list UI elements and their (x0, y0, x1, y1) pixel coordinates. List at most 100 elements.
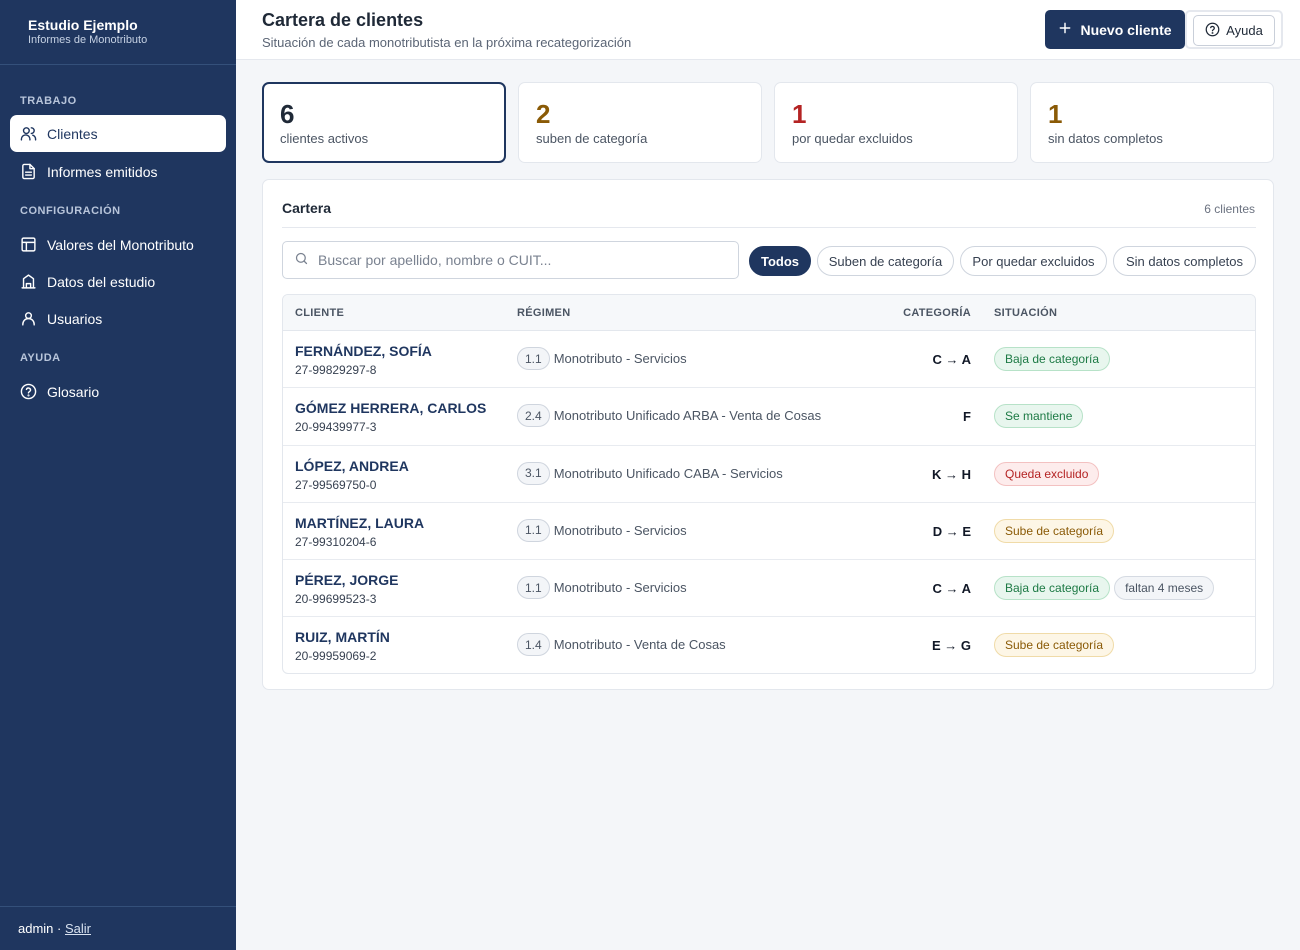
search-icon (294, 251, 318, 269)
regimen-code-badge: 1.1 (517, 518, 550, 542)
stat-card-suben[interactable]: 2 suben de categoría (518, 82, 762, 163)
client-name[interactable]: GÓMEZ HERRERA, CARLOS (295, 400, 486, 416)
clients-table: CLIENTE RÉGIMEN CATEGORÍA SITUACIÓN FERN… (282, 294, 1256, 674)
regimen-code-badge: 2.4 (517, 404, 550, 428)
table-row[interactable]: MARTÍNEZ, LAURA 27-99310204-6 1.1 Monotribu… (283, 503, 1255, 561)
status-badge: Sube de categoría (994, 633, 1115, 658)
client-cuit: 20-99699523-3 (295, 592, 377, 607)
panel-title: Cartera (282, 200, 332, 216)
client-name[interactable]: LÓPEZ, ANDREA (295, 458, 409, 474)
filter-todos[interactable]: Todos (749, 246, 811, 276)
stat-value: 6 (280, 99, 295, 129)
search-input[interactable]: Buscar por apellido, nombre o CUIT... (282, 241, 739, 279)
sidebar-item-clientes[interactable]: Clientes (10, 115, 226, 152)
nav-section-configuracion: CONFIGURACIÓN (20, 205, 121, 217)
plus-icon (1058, 21, 1072, 38)
sidebar-item-datos-estudio[interactable]: Datos del estudio (10, 263, 226, 300)
page-title: Cartera de clientes (262, 10, 424, 30)
situation-cell: Sube de categoría (994, 633, 1115, 658)
regimen-name: Monotributo Unificado ARBA - Venta de Co… (553, 408, 822, 424)
sidebar-item-valores[interactable]: Valores del Monotributo (10, 226, 226, 263)
table-row[interactable]: GÓMEZ HERRERA, CARLOS 20-99439977-3 2.4 Mon… (283, 388, 1255, 446)
filter-excluidos[interactable]: Por quedar excluidos (960, 246, 1107, 276)
sidebar-item-label: Informes emitidos (47, 163, 158, 180)
regimen-name: Monotributo - Servicios (553, 580, 687, 596)
filter-suben[interactable]: Suben de categoría (817, 246, 954, 276)
brand-title: Estudio Ejemplo (28, 17, 138, 33)
client-count: 6 clientes (1204, 202, 1255, 216)
client-cuit: 20-99439977-3 (295, 420, 377, 435)
column-header-situacion[interactable]: SITUACIÓN (994, 307, 1057, 319)
stat-value: 1 (1048, 99, 1063, 129)
status-badge: Baja de categoría (994, 576, 1111, 601)
help-circle-icon (1205, 22, 1220, 40)
sidebar-item-glosario[interactable]: Glosario (10, 373, 226, 410)
regimen-code-badge: 1.4 (517, 633, 550, 657)
help-button[interactable]: Ayuda (1193, 15, 1275, 46)
regimen-code-badge: 3.1 (517, 461, 550, 485)
regimen-cell: 2.4 Monotributo Unificado ARBA - Venta de… (517, 404, 822, 428)
search-placeholder: Buscar por apellido, nombre o CUIT... (318, 252, 552, 268)
situation-cell: Se mantiene (994, 404, 1084, 429)
table-row[interactable]: FERNÁNDEZ, SOFÍA 27-99829297-8 1.1 Monotrib… (283, 331, 1255, 389)
new-client-label: Nuevo cliente (1080, 21, 1172, 38)
divider (282, 227, 1256, 228)
sidebar-item-informes[interactable]: Informes emitidos (10, 153, 226, 190)
regimen-code-badge: 1.1 (517, 576, 550, 600)
client-cuit: 27-99829297-8 (295, 363, 377, 377)
status-badge: Baja de categoría (994, 347, 1111, 371)
category-change: C → A (932, 581, 971, 597)
sidebar-item-label: Usuarios (47, 310, 103, 327)
client-name[interactable]: RUIZ, MARTÍN (295, 629, 390, 645)
client-name[interactable]: FERNÁNDEZ, SOFÍA (295, 343, 432, 359)
category-change: F (963, 409, 971, 425)
client-name[interactable]: MARTÍNEZ, LAURA (295, 515, 424, 531)
current-user: admin · (18, 921, 62, 936)
stat-card-sin-datos[interactable]: 1 sin datos completos (1030, 82, 1274, 163)
building-icon (20, 273, 37, 290)
table-row[interactable]: RUIZ, MARTÍN 20-99959069-2 1.4 Monotributo … (283, 617, 1255, 673)
sidebar-item-label: Valores del Monotributo (47, 236, 194, 253)
column-header-regimen[interactable]: RÉGIMEN (517, 307, 570, 319)
new-client-button[interactable]: Nuevo cliente (1045, 10, 1185, 49)
sidebar: Estudio Ejemplo Informes de Monotributo … (0, 0, 236, 950)
nav-section-ayuda: AYUDA (20, 352, 61, 364)
brand: Estudio Ejemplo Informes de Monotributo (0, 0, 236, 65)
situation-cell: Baja de categoría (994, 347, 1111, 371)
missing-months-badge: faltan 4 meses (1114, 576, 1215, 601)
regimen-cell: 1.1 Monotributo - Servicios (517, 576, 687, 600)
table-row[interactable]: LÓPEZ, ANDREA 27-99569750-0 3.1 Monotributo… (283, 446, 1255, 503)
regimen-cell: 1.4 Monotributo - Venta de Cosas (517, 633, 726, 657)
category-change: D → E (932, 523, 971, 539)
table-row[interactable]: PÉREZ, JORGE 20-99699523-3 1.1 Monotributo … (283, 560, 1255, 618)
table-body: FERNÁNDEZ, SOFÍA 27-99829297-8 1.1 Monotrib… (283, 331, 1255, 673)
stat-value: 1 (792, 99, 807, 129)
filter-sin-datos[interactable]: Sin datos completos (1113, 246, 1256, 276)
sidebar-item-usuarios[interactable]: Usuarios (10, 300, 226, 337)
status-badge: Sube de categoría (994, 518, 1115, 543)
client-cuit: 20-99959069-2 (295, 649, 377, 664)
help-circle-icon (20, 383, 37, 400)
stat-card-activos[interactable]: 6 clientes activos (262, 82, 506, 163)
stat-value: 2 (536, 99, 551, 129)
client-cuit: 27-99310204-6 (295, 534, 377, 549)
column-header-categoria[interactable]: CATEGORÍA (903, 307, 971, 319)
client-name[interactable]: PÉREZ, JORGE (295, 572, 398, 588)
sidebar-item-label: Clientes (47, 125, 98, 142)
column-header-cliente[interactable]: CLIENTE (295, 307, 344, 319)
regimen-name: Monotributo - Venta de Cosas (553, 637, 726, 653)
logout-link[interactable]: Salir (65, 921, 91, 936)
category-change: K → H (932, 466, 971, 482)
stat-label: sin datos completos (1048, 131, 1163, 146)
category-change: C → A (932, 352, 971, 367)
stat-card-excluidos[interactable]: 1 por quedar excluidos (774, 82, 1018, 163)
regimen-cell: 3.1 Monotributo Unificado CABA - Servicio… (517, 461, 783, 485)
regimen-cell: 1.1 Monotributo - Servicios (517, 518, 687, 542)
status-badge: Se mantiene (994, 404, 1084, 429)
category-change: E → G (931, 638, 971, 654)
sidebar-footer: admin · Salir (0, 906, 236, 950)
regimen-code-badge: 1.1 (517, 347, 550, 370)
help-label: Ayuda (1226, 23, 1263, 38)
regimen-name: Monotributo Unificado CABA - Servicios (553, 465, 783, 481)
table-icon (20, 236, 37, 253)
